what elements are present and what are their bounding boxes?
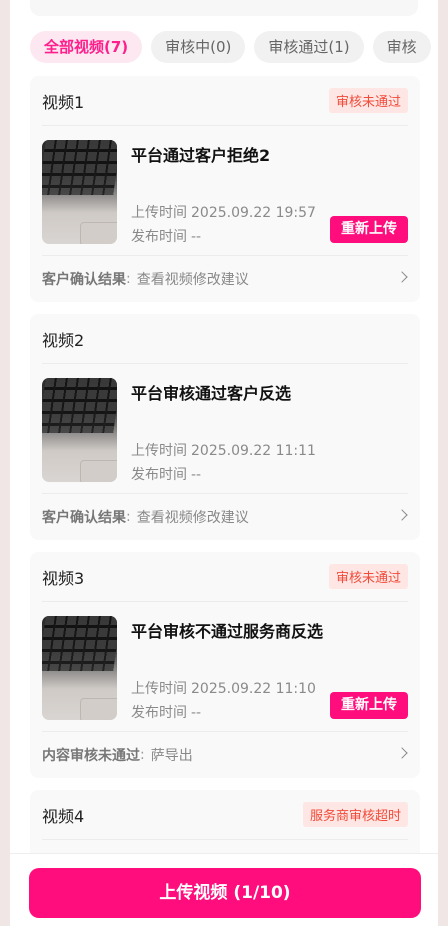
status-badge: 服务商审核超时 bbox=[302, 802, 408, 827]
card-footer[interactable]: 内容审核未通过 : 萨导出 bbox=[42, 732, 408, 778]
video-list-sheet: 全部视频(7) 审核中(0) 审核通过(1) 审核 视频1 审核未通过 平台通过… bbox=[10, 0, 438, 926]
foot-label: 客户确认结果 bbox=[42, 272, 126, 288]
chevron-right-icon bbox=[396, 747, 408, 759]
reupload-button[interactable]: 重新上传 bbox=[330, 692, 408, 719]
tab-all-videos[interactable]: 全部视频(7) bbox=[30, 31, 143, 63]
video-name: 平台审核不通过服务商反选 bbox=[131, 622, 324, 641]
tab-reviewing[interactable]: 审核中(0) bbox=[151, 31, 246, 63]
upload-video-button[interactable]: 上传视频 (1/10) bbox=[29, 868, 421, 918]
card-body: 平台审核不通过服务商反选 上传时间 2025.09.22 11:10 发布时间 --… bbox=[42, 602, 408, 732]
video-title: 视频2 bbox=[42, 330, 85, 350]
video-thumbnail[interactable] bbox=[42, 378, 117, 482]
reupload-button[interactable]: 重新上传 bbox=[330, 216, 408, 243]
video-card: 视频3 审核未通过 平台审核不通过服务商反选 上传时间 2025.09.22 11… bbox=[30, 552, 420, 778]
publish-time: 发布时间 -- bbox=[131, 229, 202, 245]
video-name: 平台审核通过客户反选 bbox=[131, 384, 292, 403]
upload-time: 上传时间 2025.09.22 11:11 bbox=[131, 443, 316, 459]
foot-separator: : bbox=[140, 747, 145, 763]
page-margin-right bbox=[438, 0, 448, 926]
foot-label: 客户确认结果 bbox=[42, 510, 126, 526]
previous-section-edge bbox=[30, 0, 418, 16]
chevron-right-icon bbox=[396, 509, 408, 521]
page-margin-left bbox=[0, 0, 10, 926]
video-thumbnail[interactable] bbox=[42, 616, 117, 720]
card-header: 视频3 审核未通过 bbox=[42, 552, 408, 602]
status-badge: 审核未通过 bbox=[328, 88, 408, 113]
foot-value: 萨导出 bbox=[150, 748, 193, 764]
status-badge: 审核未通过 bbox=[328, 564, 408, 589]
card-body: 平台审核通过客户反选 上传时间 2025.09.22 11:11 发布时间 -- bbox=[42, 364, 408, 494]
card-body: 平台通过客户拒绝2 上传时间 2025.09.22 19:57 发布时间 -- 重新… bbox=[42, 126, 408, 256]
tab-approved[interactable]: 审核通过(1) bbox=[254, 31, 364, 63]
tab-rejected[interactable]: 审核 bbox=[372, 31, 431, 63]
chevron-right-icon bbox=[396, 271, 408, 283]
video-name: 平台通过客户拒绝2 bbox=[131, 146, 271, 165]
card-footer[interactable]: 客户确认结果 : 查看视频修改建议 bbox=[42, 256, 408, 302]
card-footer[interactable]: 客户确认结果 : 查看视频修改建议 bbox=[42, 494, 408, 540]
upload-time: 上传时间 2025.09.22 11:10 bbox=[131, 681, 316, 697]
card-header: 视频2 bbox=[42, 314, 408, 364]
video-title: 视频4 bbox=[42, 806, 85, 826]
foot-value: 查看视频修改建议 bbox=[136, 272, 249, 288]
card-header: 视频4 服务商审核超时 bbox=[42, 790, 408, 840]
video-thumbnail[interactable] bbox=[42, 140, 117, 244]
publish-time: 发布时间 -- bbox=[131, 467, 202, 483]
card-header: 视频1 审核未通过 bbox=[42, 76, 408, 126]
upload-time: 上传时间 2025.09.22 19:57 bbox=[131, 205, 316, 221]
filter-tabs: 全部视频(7) 审核中(0) 审核通过(1) 审核 bbox=[30, 31, 431, 63]
video-card: 视频2 平台审核通过客户反选 上传时间 2025.09.22 11:11 发布时间… bbox=[30, 314, 420, 540]
foot-label: 内容审核未通过 bbox=[42, 748, 140, 764]
video-card: 视频1 审核未通过 平台通过客户拒绝2 上传时间 2025.09.22 19:57… bbox=[30, 76, 420, 302]
publish-time: 发布时间 -- bbox=[131, 705, 202, 721]
foot-separator: : bbox=[126, 509, 131, 525]
video-title: 视频1 bbox=[42, 92, 85, 112]
foot-separator: : bbox=[126, 271, 131, 287]
foot-value: 查看视频修改建议 bbox=[136, 510, 249, 526]
bottom-action-bar: 上传视频 (1/10) bbox=[10, 853, 438, 926]
video-title: 视频3 bbox=[42, 568, 85, 588]
